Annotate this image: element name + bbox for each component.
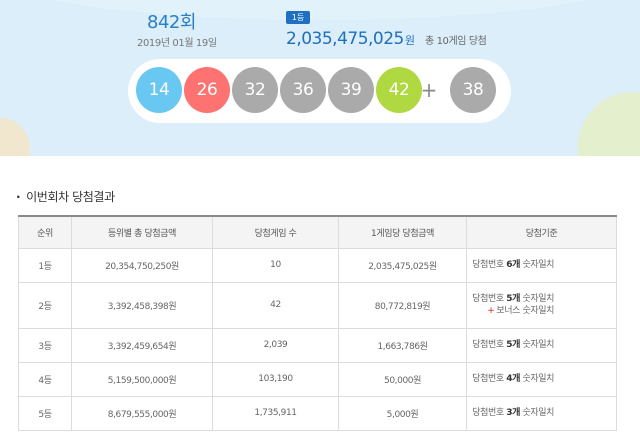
winning-games-cell: 42 [212, 281, 339, 329]
prize-results-table: 순위 등위별 총 당첨금액 당첨게임 수 1게임당 당첨금액 당첨기준 1등 2… [18, 215, 617, 431]
winning-ball: 14 [136, 67, 182, 113]
bonus-marker-icon: + [487, 306, 495, 316]
draw-date: 2019년 01월 19일 [137, 38, 217, 49]
criteria-suffix: 숫자일치 [520, 340, 554, 350]
bonus-criteria: 보너스 숫자일치 [496, 306, 554, 316]
criteria-cell: 당첨번호 4개 숫자일치 [466, 361, 617, 397]
criteria-suffix: 숫자일치 [520, 408, 554, 418]
decorative-shape [578, 92, 640, 156]
results-section-title: · 이번회차 당첨결과 [16, 188, 115, 205]
criteria-count: 3개 [506, 408, 521, 418]
criteria-suffix: 숫자일치 [520, 260, 554, 270]
winning-games-cell: 1,735,911 [212, 395, 339, 431]
criteria-prefix: 당첨번호 [472, 340, 507, 350]
table-row: 3등 3,392,459,654원 2,039 1,663,786원 당첨번호 … [18, 327, 617, 363]
bullet-icon: · [16, 190, 21, 204]
decorative-shape [0, 0, 640, 20]
first-prize-unit: 원 [404, 34, 415, 47]
first-prize-amount: 2,035,475,025 [286, 29, 404, 49]
rank-cell: 4등 [18, 361, 72, 397]
criteria-prefix: 당첨번호 [472, 294, 507, 304]
plus-sign: + [420, 78, 438, 102]
criteria-count: 4개 [506, 374, 521, 384]
table-row: 4등 5,159,500,000원 103,190 50,000원 당첨번호 4… [18, 361, 617, 397]
winning-ball: 26 [184, 67, 230, 113]
per-game-prize-cell: 5,000원 [338, 395, 467, 431]
criteria-suffix: 숫자일치 [520, 294, 554, 304]
criteria-cell: 당첨번호 6개 숫자일치 [466, 247, 617, 283]
winners-count-note: 총 10게임 당첨 [425, 36, 487, 47]
total-prize-cell: 20,354,750,250원 [71, 247, 213, 283]
criteria-count: 5개 [506, 294, 521, 304]
total-prize-cell: 3,392,459,654원 [71, 327, 213, 363]
winning-games-cell: 10 [212, 247, 339, 283]
per-game-prize-cell: 80,772,819원 [338, 281, 467, 329]
table-row: 5등 8,679,555,000원 1,735,911 5,000원 당첨번호 … [18, 395, 617, 431]
rank-cell: 3등 [18, 327, 72, 363]
criteria-count: 5개 [506, 340, 521, 350]
rank-cell: 5등 [18, 395, 72, 431]
criteria-cell: 당첨번호 3개 숫자일치 [466, 395, 617, 431]
winning-ball: 36 [280, 67, 326, 113]
winning-ball: 42 [376, 67, 422, 113]
per-game-prize-cell: 50,000원 [338, 361, 467, 397]
draw-summary-banner: 842회 2019년 01월 19일 1등 2,035,475,025원 총 10… [0, 0, 640, 156]
winning-ball: 32 [232, 67, 278, 113]
total-prize-cell: 5,159,500,000원 [71, 361, 213, 397]
table-row: 2등 3,392,458,398원 42 80,772,819원 당첨번호 5개… [18, 281, 617, 329]
rank-cell: 1등 [18, 247, 72, 283]
total-prize-cell: 8,679,555,000원 [71, 395, 213, 431]
rank-cell: 2등 [18, 281, 72, 329]
column-header: 1게임당 당첨금액 [338, 215, 467, 249]
per-game-prize-cell: 2,035,475,025원 [338, 247, 467, 283]
results-section-title-text: 이번회차 당첨결과 [26, 190, 115, 204]
criteria-cell: 당첨번호 5개 숫자일치 [466, 327, 617, 363]
first-prize-info: 2,035,475,025원 총 10게임 당첨 [286, 29, 487, 49]
column-header: 당첨게임 수 [212, 215, 339, 249]
column-header: 순위 [18, 215, 72, 249]
table-row: 1등 20,354,750,250원 10 2,035,475,025원 당첨번… [18, 247, 617, 283]
column-header: 등위별 총 당첨금액 [71, 215, 213, 249]
winning-games-cell: 103,190 [212, 361, 339, 397]
per-game-prize-cell: 1,663,786원 [338, 327, 467, 363]
criteria-prefix: 당첨번호 [472, 374, 507, 384]
criteria-suffix: 숫자일치 [520, 374, 554, 384]
draw-round-number: 842회 [147, 12, 196, 33]
winning-numbers-panel: 14 26 32 36 39 42 + 38 [128, 59, 511, 123]
criteria-cell: 당첨번호 5개 숫자일치 + 보너스 숫자일치 [466, 281, 617, 329]
winning-games-cell: 2,039 [212, 327, 339, 363]
criteria-count: 6개 [506, 260, 521, 270]
bonus-ball: 38 [450, 67, 496, 113]
total-prize-cell: 3,392,458,398원 [71, 281, 213, 329]
first-rank-badge: 1등 [286, 11, 310, 24]
table-header-row: 순위 등위별 총 당첨금액 당첨게임 수 1게임당 당첨금액 당첨기준 [18, 215, 617, 249]
column-header: 당첨기준 [466, 215, 617, 249]
criteria-prefix: 당첨번호 [472, 260, 507, 270]
winning-ball: 39 [328, 67, 374, 113]
decorative-shape [0, 118, 30, 156]
criteria-prefix: 당첨번호 [472, 408, 507, 418]
